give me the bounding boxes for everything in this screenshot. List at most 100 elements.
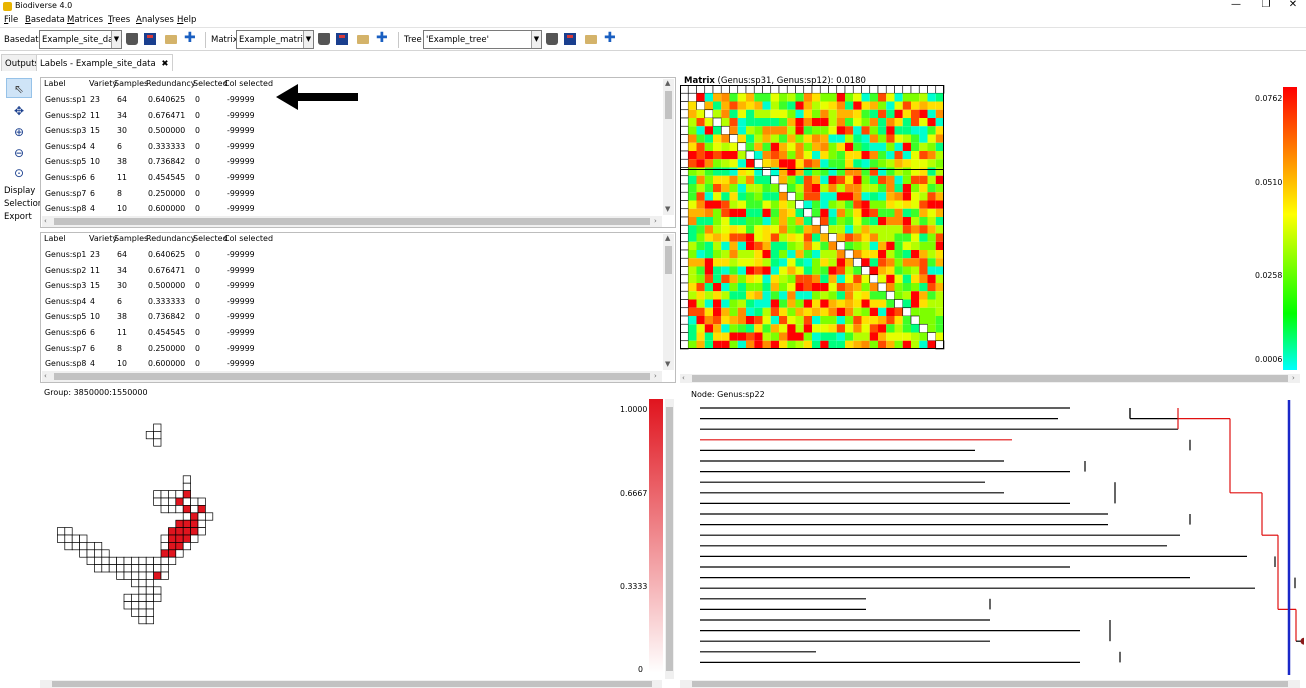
- table-row[interactable]: Genus:sp8 4 10 0.600000 0 -99999: [41, 356, 661, 371]
- scroll-up-icon[interactable]: ▲: [665, 79, 670, 87]
- matrix-select[interactable]: Example_matrix ▼: [236, 30, 314, 49]
- column-header[interactable]: Label: [44, 234, 66, 243]
- delete-basedata-icon[interactable]: [126, 33, 138, 45]
- minimize-button[interactable]: —: [1221, 0, 1251, 12]
- selection-menu[interactable]: Selection: [4, 199, 43, 209]
- scroll-left-icon[interactable]: ‹: [44, 372, 47, 380]
- save-tree-icon[interactable]: [564, 33, 576, 45]
- scroll-thumb[interactable]: [54, 218, 650, 225]
- basedata-select[interactable]: Example_site_data ▼: [39, 30, 122, 49]
- zoom-in-icon[interactable]: ⊕: [6, 122, 32, 142]
- matrix-cell: [713, 109, 722, 118]
- scroll-left-icon[interactable]: ‹: [682, 374, 685, 382]
- pan-tool-icon[interactable]: ✥: [6, 101, 32, 121]
- map-cell: [116, 556, 125, 565]
- close-tab-icon[interactable]: ✖: [161, 59, 168, 69]
- tree-view[interactable]: [680, 398, 1304, 680]
- table-row[interactable]: Genus:sp7 6 8 0.250000 0 -99999: [41, 186, 661, 201]
- column-header[interactable]: Selected: [193, 234, 228, 243]
- labels-table-bottom[interactable]: Label Variety Samples Redundancy Selected Col…: [40, 232, 676, 383]
- matrix-cell: [696, 200, 705, 209]
- add-basedata-icon[interactable]: ✚: [184, 31, 196, 45]
- scroll-right-icon[interactable]: ›: [654, 217, 657, 225]
- scroll-thumb[interactable]: [692, 375, 1288, 382]
- select-tool-icon[interactable]: ⇖: [6, 78, 32, 98]
- column-header[interactable]: Variety: [89, 234, 117, 243]
- open-matrix-icon[interactable]: [357, 35, 369, 44]
- scroll-right-icon[interactable]: ›: [654, 372, 657, 380]
- scroll-thumb[interactable]: [692, 681, 1288, 687]
- zoom-out-icon[interactable]: ⊖: [6, 143, 32, 163]
- matrix-grid[interactable]: [680, 85, 952, 355]
- maximize-button[interactable]: ❐: [1251, 0, 1281, 12]
- save-basedata-icon[interactable]: [144, 33, 156, 45]
- display-menu[interactable]: Display: [4, 186, 35, 196]
- close-button[interactable]: ✕: [1278, 0, 1306, 12]
- zoom-fit-icon[interactable]: ⊙: [6, 163, 32, 183]
- scroll-thumb[interactable]: [54, 373, 650, 380]
- delete-tree-icon[interactable]: [546, 33, 558, 45]
- save-matrix-icon[interactable]: [336, 33, 348, 45]
- column-header[interactable]: Label: [44, 79, 66, 88]
- tab-labels[interactable]: Labels - Example_site_data ✖: [36, 54, 173, 71]
- add-matrix-icon[interactable]: ✚: [376, 31, 388, 45]
- group-map[interactable]: [40, 398, 640, 678]
- table-row[interactable]: Genus:sp8 4 10 0.600000 0 -99999: [41, 201, 661, 216]
- matrix-cell: [746, 241, 755, 250]
- matrix-cell: [886, 340, 895, 349]
- matrix-cell: [762, 192, 771, 201]
- matrix-cell: [787, 274, 796, 283]
- map-hscroll[interactable]: [40, 680, 662, 688]
- menu-item[interactable]: Basedata: [25, 15, 65, 25]
- table-row[interactable]: Genus:sp3 15 30 0.500000 0 -99999: [41, 123, 661, 138]
- open-tree-icon[interactable]: [585, 35, 597, 44]
- tree-hscroll[interactable]: [680, 680, 1300, 688]
- table-row[interactable]: Genus:sp2 11 34 0.676471 0 -99999: [41, 263, 661, 278]
- table-row[interactable]: Genus:sp6 6 11 0.454545 0 -99999: [41, 170, 661, 185]
- scroll-thumb[interactable]: [666, 407, 673, 671]
- scroll-thumb[interactable]: [665, 246, 672, 274]
- table-vscroll[interactable]: ▲ ▼: [663, 79, 674, 215]
- menu-item[interactable]: Help: [177, 15, 196, 25]
- matrix-cell: [787, 250, 796, 259]
- scroll-right-icon[interactable]: ›: [1292, 374, 1295, 382]
- column-header[interactable]: Samples: [114, 234, 148, 243]
- table-row[interactable]: Genus:sp5 10 38 0.736842 0 -99999: [41, 309, 661, 324]
- table-row[interactable]: Genus:sp7 6 8 0.250000 0 -99999: [41, 341, 661, 356]
- column-header[interactable]: Col selected: [224, 234, 273, 243]
- scroll-down-icon[interactable]: ▼: [665, 360, 670, 368]
- menu-item[interactable]: Trees: [108, 15, 130, 25]
- table-row[interactable]: Genus:sp3 15 30 0.500000 0 -99999: [41, 278, 661, 293]
- map-vscroll[interactable]: [665, 399, 674, 679]
- table-row[interactable]: Genus:sp6 6 11 0.454545 0 -99999: [41, 325, 661, 340]
- export-menu[interactable]: Export: [4, 212, 32, 222]
- column-header[interactable]: Col selected: [224, 79, 273, 88]
- menu-item[interactable]: Matrices: [67, 15, 103, 25]
- scroll-thumb[interactable]: [52, 681, 652, 687]
- matrix-cell: [935, 316, 944, 325]
- add-tree-icon[interactable]: ✚: [604, 31, 616, 45]
- column-header[interactable]: Variety: [89, 79, 117, 88]
- table-vscroll[interactable]: ▲ ▼: [663, 234, 674, 370]
- scroll-thumb[interactable]: [665, 91, 672, 119]
- table-hscroll[interactable]: ‹ ›: [42, 216, 662, 227]
- open-basedata-icon[interactable]: [165, 35, 177, 44]
- menu-item[interactable]: File: [4, 15, 18, 25]
- column-header[interactable]: Selected: [193, 79, 228, 88]
- matrix-hscroll[interactable]: ‹ ›: [680, 374, 1300, 383]
- scroll-up-icon[interactable]: ▲: [665, 234, 670, 242]
- column-header[interactable]: Samples: [114, 79, 148, 88]
- table-hscroll[interactable]: ‹ ›: [42, 371, 662, 382]
- delete-matrix-icon[interactable]: [318, 33, 330, 45]
- menu-item[interactable]: Analyses: [136, 15, 174, 25]
- table-row[interactable]: Genus:sp5 10 38 0.736842 0 -99999: [41, 154, 661, 169]
- table-row[interactable]: Genus:sp4 4 6 0.333333 0 -99999: [41, 294, 661, 309]
- scroll-down-icon[interactable]: ▼: [665, 205, 670, 213]
- tree-select[interactable]: 'Example_tree' ▼: [423, 30, 542, 49]
- column-header[interactable]: Redundancy: [146, 79, 196, 88]
- scroll-left-icon[interactable]: ‹: [44, 217, 47, 225]
- table-row[interactable]: Genus:sp4 4 6 0.333333 0 -99999: [41, 139, 661, 154]
- column-header[interactable]: Redundancy: [146, 234, 196, 243]
- menu-item-label: elp: [183, 15, 197, 25]
- table-row[interactable]: Genus:sp1 23 64 0.640625 0 -99999: [41, 247, 661, 262]
